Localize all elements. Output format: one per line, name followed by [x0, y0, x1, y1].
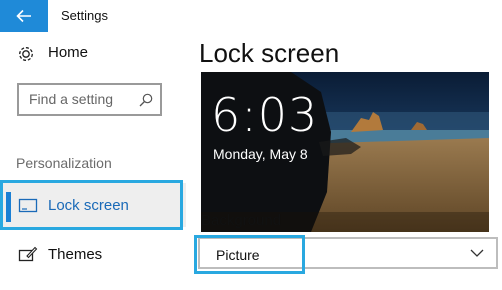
search-placeholder: Find a setting [29, 91, 114, 107]
sidebar: Home Find a setting Personalization Lock… [0, 32, 186, 290]
lock-screen-highlight [0, 180, 183, 230]
themes-icon [18, 246, 38, 262]
chevron-down-icon [470, 249, 484, 257]
search-input[interactable]: Find a setting [17, 83, 162, 116]
sidebar-item-label: Themes [48, 246, 103, 263]
back-button[interactable] [0, 0, 48, 32]
sidebar-item-label: Home [48, 44, 89, 61]
clock-time: 6:03 [211, 88, 319, 142]
title-bar: Settings [0, 0, 502, 32]
main-panel: Lock screen 6:03 Monday, May 8 Backgroun… [186, 32, 502, 290]
background-label: Background [201, 212, 282, 229]
clock-date: Monday, May 8 [213, 146, 308, 162]
sidebar-item-home[interactable]: Home [0, 38, 186, 68]
search-icon[interactable] [139, 93, 153, 107]
section-heading: Personalization [16, 155, 112, 171]
sidebar-item-themes[interactable]: Themes [0, 232, 186, 276]
lock-screen-preview: 6:03 Monday, May 8 [201, 72, 489, 232]
page-title: Lock screen [199, 38, 340, 68]
background-select-highlight [194, 235, 305, 274]
back-arrow-icon [16, 9, 31, 23]
window-title: Settings [61, 8, 108, 23]
gear-icon [19, 47, 33, 61]
